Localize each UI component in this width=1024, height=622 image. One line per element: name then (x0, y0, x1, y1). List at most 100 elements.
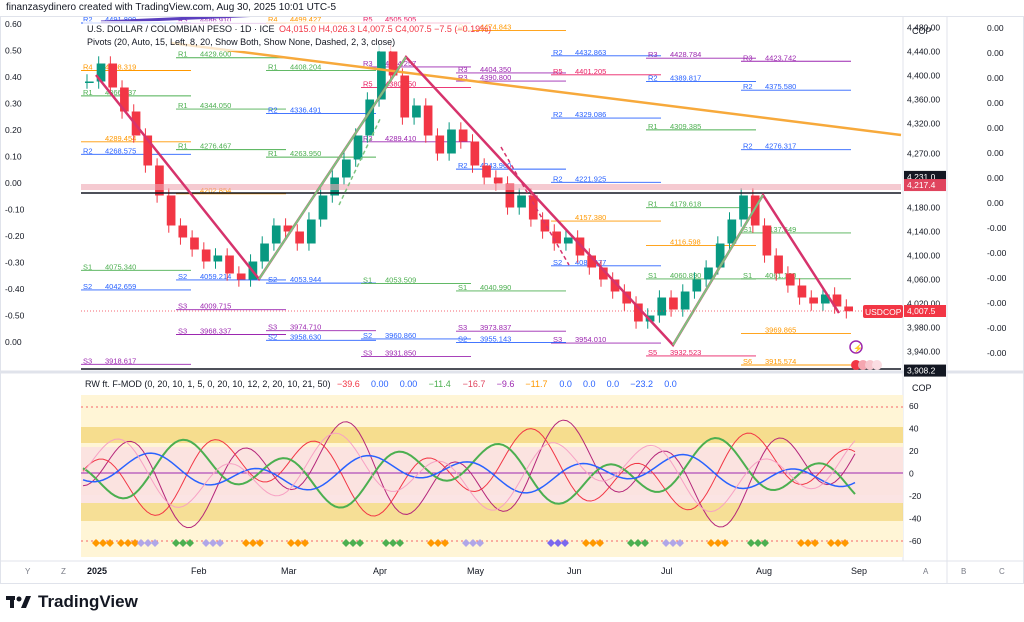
candle-body (669, 297, 678, 310)
indicator-tick: 20 (909, 446, 919, 456)
price-badge: 4,217.4 (907, 180, 936, 190)
pivot-level-label: R2 (553, 174, 563, 183)
pivot-level-label: S1 (458, 283, 467, 292)
candle-body (178, 225, 188, 238)
price-tick: 4,400.00 (907, 71, 940, 81)
ohlc-values: O4,015.0 H4,026.3 L4,007.5 C4,007.5 −7.5… (279, 24, 491, 34)
pivot-level-label: R5 (363, 79, 373, 88)
candle-body (774, 255, 783, 274)
time-tick: Jul (661, 566, 673, 576)
candle-body (785, 273, 795, 286)
price-tick: 4,320.00 (907, 119, 940, 129)
timeframe-letter[interactable]: Z (61, 567, 66, 576)
price-tick: 4,140.00 (907, 227, 940, 237)
candle-body (552, 231, 561, 244)
pivot-price-label: 3954.010 (575, 335, 606, 344)
symbol-title[interactable]: U.S. DOLLAR / COLOMBIAN PESO · 1D · ICE (87, 24, 275, 34)
candle-body (423, 105, 433, 136)
pivot-price-label: 4221.925 (575, 174, 606, 183)
candle-body (517, 195, 526, 208)
far-right-tick: 0.00 (987, 148, 1004, 158)
symbol-badge-group: USDCOP (863, 305, 903, 318)
pivot-level-label: R2 (743, 142, 753, 151)
timeframe-letter[interactable]: B (961, 567, 966, 576)
pivot-level-label: R1 (178, 142, 188, 151)
chart-container[interactable]: R24491.809R34486.910R44499.427R54505.505… (0, 10, 1024, 584)
pivot-price-label: 4390.800 (480, 73, 511, 82)
indicator-pane[interactable]: RW ft. F-MOD (0, 20, 10, 1, 5, 0, 20, 10… (81, 379, 932, 557)
symbol-badge: USDCOP (865, 307, 902, 317)
main-legend: U.S. DOLLAR / COLOMBIAN PESO · 1D · ICE … (83, 21, 491, 51)
pivot-level-label: S2 (363, 331, 372, 340)
pivot-level-label: S1 (83, 262, 92, 271)
candle-body (540, 219, 550, 232)
pivot-level-label: R2 (743, 82, 753, 91)
indicator-value: −16.7 (463, 379, 486, 389)
price-tick: 4,100.00 (907, 251, 940, 261)
candle-body (470, 141, 480, 166)
pivot-level-label: S3 (83, 356, 92, 365)
event-dot-icon[interactable] (872, 360, 882, 370)
indicator-value: 0.0 (664, 379, 677, 389)
candle-body (108, 63, 118, 88)
pivot-price-label: 4060.890 (670, 271, 701, 280)
pivot-level-label: S3 (178, 326, 187, 335)
candle-body (680, 291, 690, 310)
pivot-price-label: 4276.467 (200, 142, 231, 151)
pivot-level-label: S3 (458, 323, 467, 332)
indicator-value: −23.2 (630, 379, 653, 389)
indicator-value: −39.6 (337, 379, 360, 389)
price-tick: 4,270.00 (907, 149, 940, 159)
left-tick: 0.00 (5, 178, 22, 188)
candle-body (85, 81, 94, 83)
attribution-text: finanzasydinero created with TradingView… (6, 2, 337, 13)
indicator-title[interactable]: RW ft. F-MOD (0, 20, 10, 1, 5, 0, 20, 10… (85, 379, 330, 389)
pivots-indicator-title[interactable]: Pivots (20, Auto, 15, Left, 8, 20, Show … (87, 37, 395, 47)
pivot-price-label: 4329.086 (575, 110, 606, 119)
far-right-tick: -0.00 (987, 248, 1007, 258)
indicator-value: 0.00 (371, 379, 389, 389)
tradingview-logo-icon (6, 596, 31, 608)
left-tick: -0.20 (5, 231, 25, 241)
pivot-price-label: 3955.143 (480, 334, 511, 343)
candle-body (715, 243, 725, 268)
indicator-value: 0.0 (559, 379, 572, 389)
candle-body (271, 225, 281, 244)
lower-zone (81, 503, 903, 521)
pivot-price-label: 4423.742 (765, 53, 796, 62)
pivot-level-label: S1 (363, 275, 372, 284)
left-tick: 0.60 (5, 19, 22, 29)
candle-body (750, 195, 760, 226)
time-tick: 2025 (87, 566, 107, 576)
timeframe-letter[interactable]: C (999, 567, 1005, 576)
time-tick: Feb (191, 566, 207, 576)
candle-body (236, 273, 246, 280)
pivot-price-label: 3918.617 (105, 356, 136, 365)
far-right-tick: 0.00 (987, 173, 1004, 183)
chart-canvas[interactable]: R24491.809R34486.910R44499.427R54505.505… (1, 10, 1023, 583)
timeframe-letter[interactable]: A (923, 567, 929, 576)
pivot-price-label: 4344.050 (200, 101, 231, 110)
price-tick: 4,440.00 (907, 47, 940, 57)
indicator-value: −11.4 (429, 379, 451, 389)
left-tick: 0.50 (5, 46, 22, 56)
pivot-level-label: R1 (83, 88, 93, 97)
pivot-level-label: R3 (743, 53, 753, 62)
pivot-level-label: R4 (83, 63, 93, 72)
indicator-value: 0.0 (607, 379, 620, 389)
far-right-tick: -0.00 (987, 223, 1007, 233)
timeframe-letter[interactable]: Y (25, 567, 31, 576)
price-tick: 4,360.00 (907, 95, 940, 105)
pivot-level-label: R2 (268, 106, 278, 115)
indicator-currency: COP (912, 383, 932, 393)
tradingview-logo-text: TradingView (38, 592, 138, 611)
candle-body (166, 195, 176, 226)
pivot-price-label: 3960.860 (385, 331, 416, 340)
indicator-tick: 60 (909, 401, 919, 411)
candle-body (447, 129, 456, 154)
pivot-price-label: 4157.380 (575, 213, 606, 222)
far-right-tick: 0.00 (987, 198, 1004, 208)
price-badge: 3,908.2 (907, 366, 936, 376)
pivot-price-label: 3958.630 (290, 332, 321, 341)
pivot-level-label: S3 (268, 323, 277, 332)
